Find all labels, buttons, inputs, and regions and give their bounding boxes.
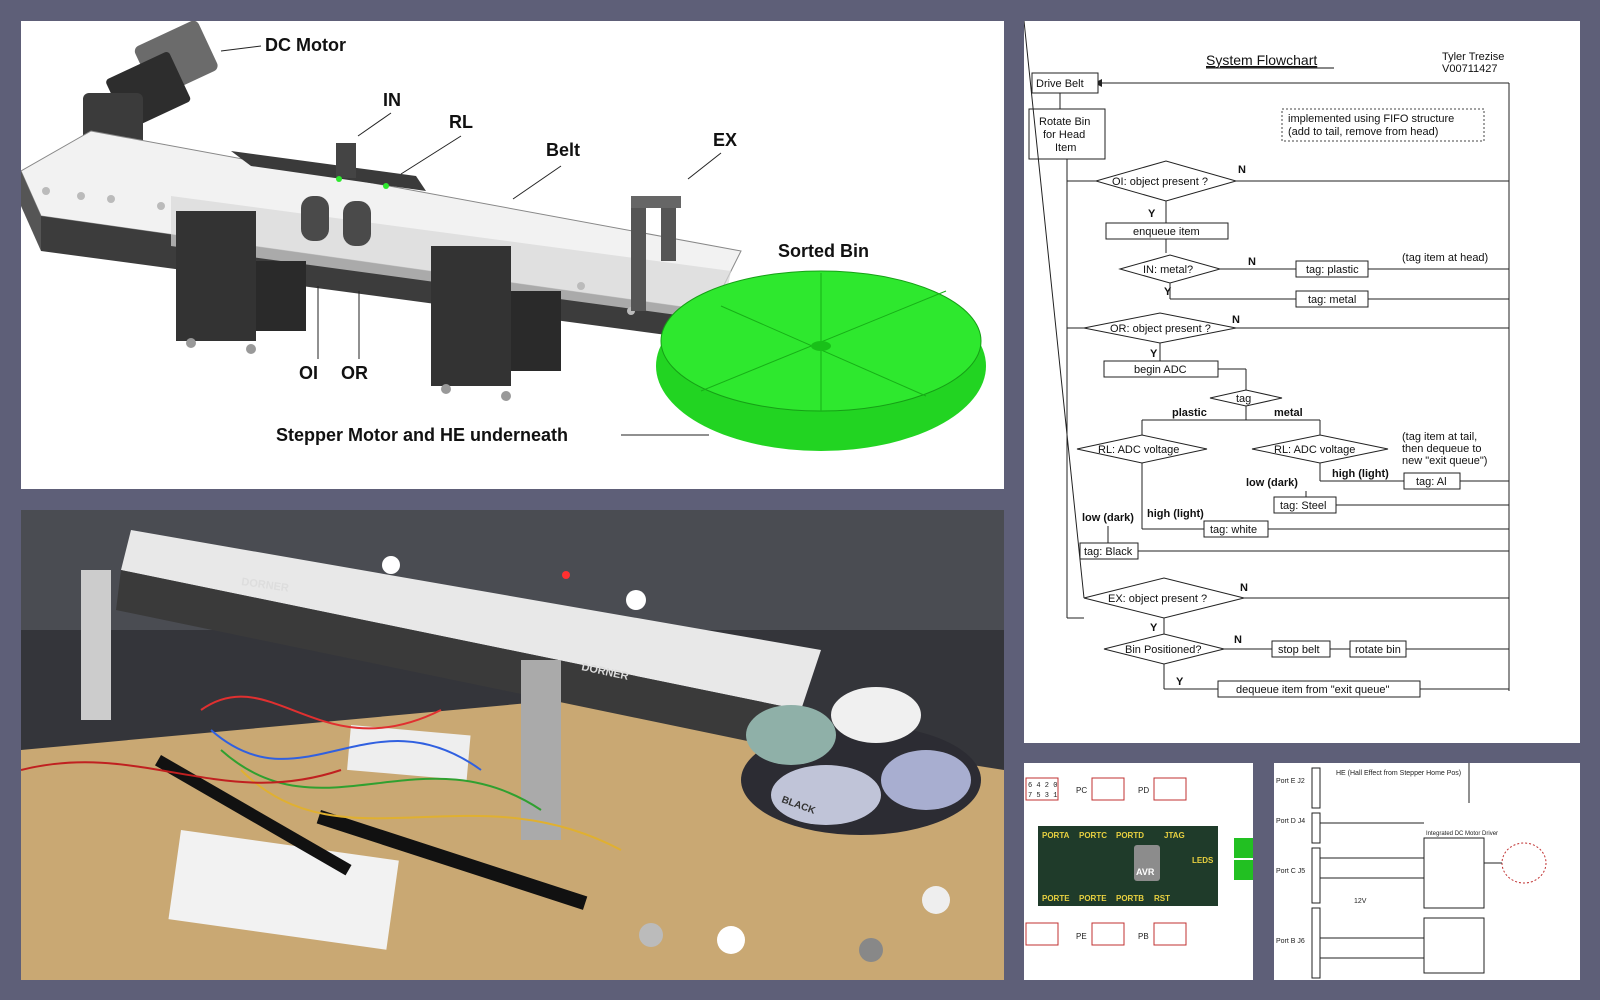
port-c-j5: Port C J5 <box>1276 868 1305 875</box>
system-flowchart: System Flowchart Tyler Trezise V00711427… <box>1024 21 1510 698</box>
ex-no: N <box>1240 582 1248 594</box>
port-c: PORTC <box>1079 831 1107 840</box>
label-stepper: Stepper Motor and HE underneath <box>276 425 568 445</box>
cad-drawing: DC Motor IN RL Belt EX Sorted Bin OI OR … <box>21 21 986 451</box>
flowchart-title: System Flowchart <box>1206 52 1317 68</box>
text-begin-adc: begin ADC <box>1134 364 1187 376</box>
bin-no: N <box>1234 634 1242 646</box>
label-rl: RL <box>449 112 473 132</box>
port-e-2: PORTE <box>1079 894 1107 903</box>
jtag: JTAG <box>1164 831 1185 840</box>
text-tag-white: tag: white <box>1210 524 1257 536</box>
text-rl-adc-left: RL: ADC voltage <box>1098 444 1179 456</box>
label-or: OR <box>341 363 368 383</box>
label-dc-motor: DC Motor <box>265 35 346 55</box>
label-belt: Belt <box>546 140 580 160</box>
tag-at-head-note: (tag item at head) <box>1402 252 1488 264</box>
pins-top-row-1: 6 4 2 0 <box>1028 782 1057 790</box>
text-drive-belt: Drive Belt <box>1036 78 1084 90</box>
text-tag-plastic: tag: plastic <box>1306 264 1359 276</box>
text-in-metal: IN: metal? <box>1143 264 1193 276</box>
schematic-wiring-panel: Port E J2 Port D J4 Port C J5 Port B J6 … <box>1274 763 1580 980</box>
text-tag-metal: tag: metal <box>1308 294 1356 306</box>
tail-note-1: (tag item at tail, <box>1402 431 1477 443</box>
high-light-right: high (light) <box>1332 468 1389 480</box>
photo-panel: DORNER DORNER BLACK <box>21 510 1004 980</box>
header-pb: PB <box>1138 932 1149 941</box>
or-no: N <box>1232 314 1240 326</box>
text-tag-steel: tag: Steel <box>1280 500 1326 512</box>
label-sorted-bin: Sorted Bin <box>778 241 869 261</box>
label-metal: metal <box>1274 407 1303 419</box>
high-light-left: high (light) <box>1147 508 1204 520</box>
port-d: PORTD <box>1116 831 1144 840</box>
in-yes: Y <box>1164 286 1172 298</box>
label-in: IN <box>383 90 401 110</box>
text-bin-positioned: Bin Positioned? <box>1125 644 1201 656</box>
oi-no: N <box>1238 164 1246 176</box>
schematic-board-panel: PORTA PORTC PORTD JTAG PORTE PORTE PORTB… <box>1024 763 1253 980</box>
in-no: N <box>1248 256 1256 268</box>
pins-bottom-row-1: 7 5 3 1 <box>1028 792 1057 800</box>
header-pd: PD <box>1138 786 1149 795</box>
text-rotate-bin-3: Item <box>1055 142 1076 154</box>
cad-diagram-panel: DC Motor IN RL Belt EX Sorted Bin OI OR … <box>21 21 1004 489</box>
text-dequeue: dequeue item from "exit queue" <box>1236 684 1389 696</box>
text-rotate-bin-2b: rotate bin <box>1355 644 1401 656</box>
text-ex-present: EX: object present ? <box>1108 593 1207 605</box>
text-or-present: OR: object present ? <box>1110 323 1211 335</box>
ex-yes: Y <box>1150 622 1158 634</box>
tail-note-3: new "exit queue") <box>1402 455 1487 467</box>
wiring-schematic: Port E J2 Port D J4 Port C J5 Port B J6 … <box>1276 763 1547 979</box>
label-plastic: plastic <box>1172 407 1207 419</box>
label-oi: OI <box>299 363 318 383</box>
tail-note-2: then dequeue to <box>1402 443 1482 455</box>
rst: RST <box>1154 894 1170 903</box>
author-name: Tyler Trezise <box>1442 51 1504 63</box>
board-schematic: PORTA PORTC PORTD JTAG PORTE PORTE PORTB… <box>1025 777 1253 946</box>
text-tag-al: tag: Al <box>1416 476 1447 488</box>
avr-chip: AVR <box>1136 867 1155 877</box>
fifo-note-2: (add to tail, remove from head) <box>1288 126 1438 138</box>
low-dark-left: low (dark) <box>1082 512 1134 524</box>
text-rotate-bin-1: Rotate Bin <box>1039 116 1090 128</box>
text-enqueue: enqueue item <box>1133 226 1200 238</box>
low-dark-right: low (dark) <box>1246 477 1298 489</box>
port-e-j2: Port E J2 <box>1276 778 1305 785</box>
driver-label: Integrated DC Motor Driver <box>1426 831 1498 837</box>
student-id: V00711427 <box>1442 63 1497 75</box>
text-rotate-bin-2: for Head <box>1043 129 1085 141</box>
port-a: PORTA <box>1042 831 1070 840</box>
fifo-note-1: implemented using FIFO structure <box>1288 113 1454 125</box>
port-d-j4: Port D J4 <box>1276 818 1305 825</box>
header-pe: PE <box>1076 932 1087 941</box>
sorted-bin-shape <box>656 270 986 451</box>
text-oi-present: OI: object present ? <box>1112 176 1208 188</box>
label-ex: EX <box>713 130 737 150</box>
leds-label: LEDS <box>1192 856 1214 865</box>
he-note: HE (Hall Effect from Stepper Home Pos) <box>1336 770 1461 777</box>
text-rl-adc-right: RL: ADC voltage <box>1274 444 1355 456</box>
or-yes: Y <box>1150 348 1158 360</box>
flowchart-panel: System Flowchart Tyler Trezise V00711427… <box>1024 21 1580 743</box>
text-tag-black: tag: Black <box>1084 546 1133 558</box>
port-b-j6: Port B J6 <box>1276 938 1305 945</box>
port-b: PORTB <box>1116 894 1144 903</box>
text-stop-belt: stop belt <box>1278 644 1320 656</box>
lab-photo: DORNER DORNER BLACK <box>21 510 1004 980</box>
port-e: PORTE <box>1042 894 1070 903</box>
voltage-label: 12V <box>1354 898 1367 905</box>
bin-yes: Y <box>1176 676 1184 688</box>
header-pc: PC <box>1076 786 1087 795</box>
text-tag: tag <box>1236 393 1251 405</box>
oi-yes: Y <box>1148 208 1156 220</box>
